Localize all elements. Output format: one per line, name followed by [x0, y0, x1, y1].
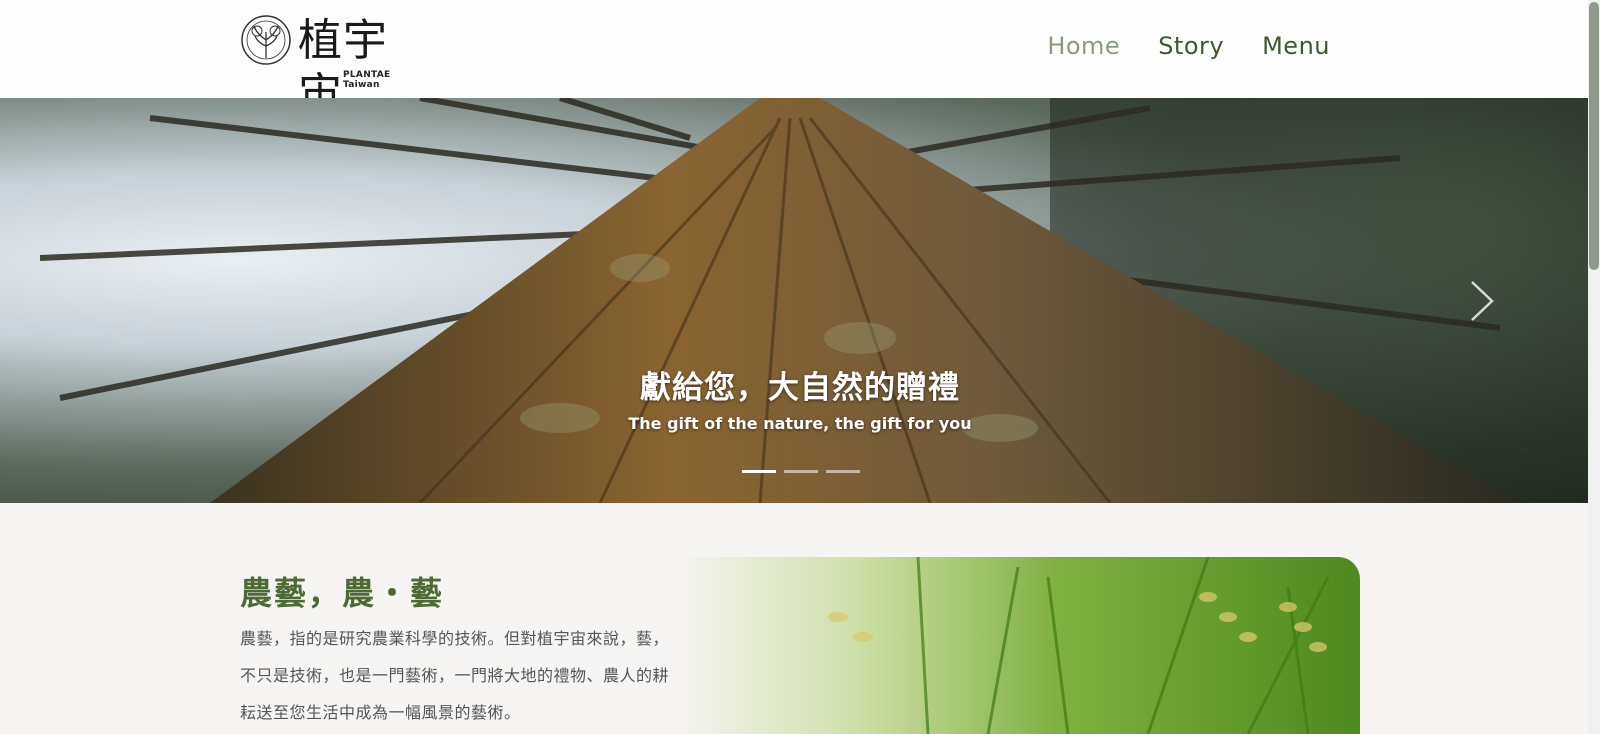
logo-text-english: PLANTAE Taiwan	[343, 70, 391, 90]
carousel-indicators	[742, 470, 860, 473]
carousel-next-arrow-icon[interactable]	[1468, 278, 1496, 324]
hero-carousel: 獻給您，大自然的贈禮 The gift of the nature, the g…	[0, 98, 1588, 503]
tree-trunk-image	[39, 98, 1588, 503]
site-header: 植宇宙 PLANTAE Taiwan Home Story Menu	[0, 0, 1588, 120]
carousel-indicator-1[interactable]	[742, 470, 776, 473]
rice-field-image	[688, 557, 1360, 734]
carousel-indicator-2[interactable]	[784, 470, 818, 473]
main-nav: Home Story Menu	[1047, 28, 1330, 64]
section-title: 農藝，農・藝	[240, 574, 445, 612]
tree-emblem-icon	[241, 15, 291, 65]
site-logo[interactable]: 植宇宙 PLANTAE Taiwan	[240, 14, 420, 120]
page-scrollbar[interactable]	[1588, 0, 1600, 734]
nav-home-link[interactable]: Home	[1047, 28, 1120, 64]
carousel-indicator-3[interactable]	[826, 470, 860, 473]
rice-stalks-illustration	[828, 557, 1330, 734]
hero-title: 獻給您，大自然的贈禮	[640, 370, 960, 406]
nav-story-link[interactable]: Story	[1158, 28, 1224, 64]
section-body: 農藝，指的是研究農業科學的技術。但對植宇宙來說，藝，不只是技術，也是一門藝術，一…	[240, 629, 670, 722]
nav-menu-link[interactable]: Menu	[1262, 28, 1330, 64]
hero-subtitle: The gift of the nature, the gift for you	[628, 414, 972, 433]
scrollbar-thumb[interactable]	[1589, 2, 1599, 270]
